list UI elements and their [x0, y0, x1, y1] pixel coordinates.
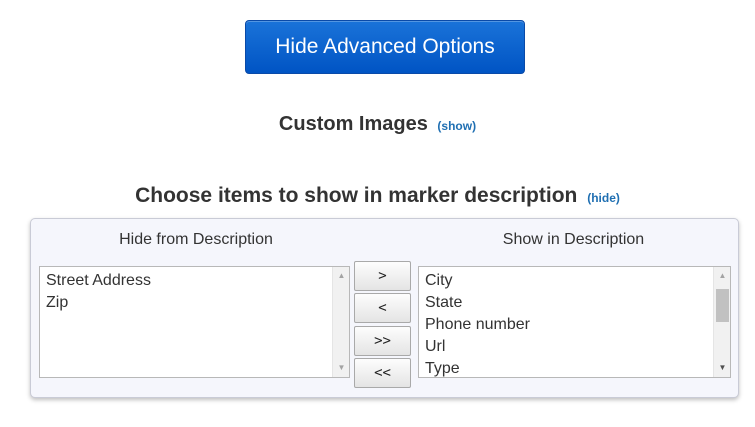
move-left-button[interactable]: < — [354, 293, 411, 323]
scroll-down-arrow-icon[interactable]: ▼ — [333, 360, 349, 376]
show-in-description-list[interactable]: City State Phone number Url Type ▲ ▼ — [418, 266, 731, 378]
scroll-up-arrow-icon[interactable]: ▲ — [714, 268, 730, 284]
list-item[interactable]: City — [425, 270, 730, 292]
move-all-left-button[interactable]: << — [354, 358, 411, 388]
hide-advanced-options-button[interactable]: Hide Advanced Options — [245, 20, 525, 74]
move-all-right-button[interactable]: >> — [354, 326, 411, 356]
marker-description-hide-link[interactable]: (hide) — [587, 191, 620, 205]
list-item[interactable]: Phone number — [425, 314, 730, 336]
scrollbar[interactable]: ▲ ▼ — [713, 267, 730, 377]
scroll-down-arrow-icon[interactable]: ▼ — [714, 360, 730, 376]
list-item[interactable]: State — [425, 292, 730, 314]
marker-description-panel: Hide from Description Show in Descriptio… — [30, 218, 739, 398]
marker-description-title: Choose items to show in marker descripti… — [135, 184, 578, 207]
hide-from-description-label: Hide from Description — [119, 231, 273, 248]
hide-from-description-list[interactable]: Street Address Zip ▲ ▼ — [39, 266, 350, 378]
scrollbar[interactable]: ▲ ▼ — [332, 267, 349, 377]
list-item[interactable]: Url — [425, 336, 730, 358]
custom-images-title: Custom Images — [278, 113, 428, 135]
list-item[interactable]: Type — [425, 358, 730, 377]
move-right-button[interactable]: > — [354, 261, 411, 291]
scroll-up-arrow-icon[interactable]: ▲ — [333, 268, 349, 284]
marker-description-heading: Choose items to show in marker descripti… — [0, 184, 755, 208]
show-in-description-label: Show in Description — [502, 231, 645, 248]
custom-images-show-link[interactable]: (show) — [437, 119, 476, 133]
custom-images-heading: Custom Images (show) — [0, 113, 755, 136]
list-item[interactable]: Zip — [46, 292, 349, 314]
scrollbar-thumb[interactable] — [716, 289, 729, 322]
list-item[interactable]: Street Address — [46, 270, 349, 292]
